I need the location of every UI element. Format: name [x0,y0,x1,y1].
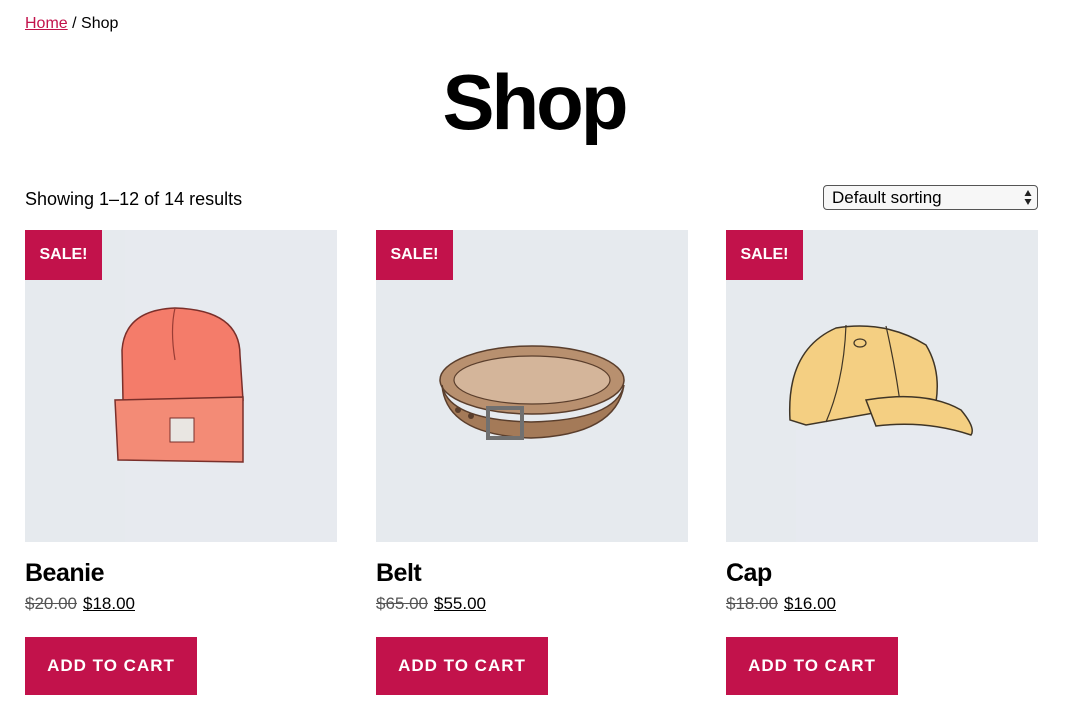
original-price: $18.00 [726,594,778,613]
product-card-belt: SALE! Belt $65.00 $55.00 ADD TO CART [376,230,688,695]
product-price: $20.00 $18.00 [25,593,337,615]
result-count: Showing 1–12 of 14 results [25,189,243,209]
product-name[interactable]: Cap [726,558,1038,588]
select-arrows-icon [1024,190,1032,205]
product-image-cap[interactable]: SALE! [726,230,1038,542]
product-name[interactable]: Belt [376,558,688,588]
add-to-cart-button[interactable]: ADD TO CART [25,637,197,695]
sale-badge: SALE! [726,230,803,280]
breadcrumb-home-link[interactable]: Home [25,15,68,32]
sale-price: $18.00 [83,594,135,613]
sale-price: $55.00 [434,594,486,613]
add-to-cart-button[interactable]: ADD TO CART [376,637,548,695]
breadcrumb-separator: / [72,15,77,32]
page-title: Shop [442,58,629,146]
sale-price: $16.00 [784,594,836,613]
sale-badge: SALE! [25,230,102,280]
product-price: $18.00 $16.00 [726,593,1038,615]
sorting-selected-value: Default sorting [832,188,942,207]
product-name[interactable]: Beanie [25,558,337,588]
breadcrumb-current: Shop [81,15,119,32]
breadcrumb: Home / Shop [25,14,118,34]
product-card-beanie: SALE! Beanie $20.00 $18.00 ADD TO CART [25,230,337,695]
sorting-select[interactable]: Default sorting [823,185,1038,210]
add-to-cart-button[interactable]: ADD TO CART [726,637,898,695]
sale-badge: SALE! [376,230,453,280]
product-image-beanie[interactable]: SALE! [25,230,337,542]
original-price: $65.00 [376,594,428,613]
product-card-cap: SALE! Cap $18.00 $16.00 ADD TO CART [726,230,1038,695]
original-price: $20.00 [25,594,77,613]
product-price: $65.00 $55.00 [376,593,688,615]
product-image-belt[interactable]: SALE! [376,230,688,542]
